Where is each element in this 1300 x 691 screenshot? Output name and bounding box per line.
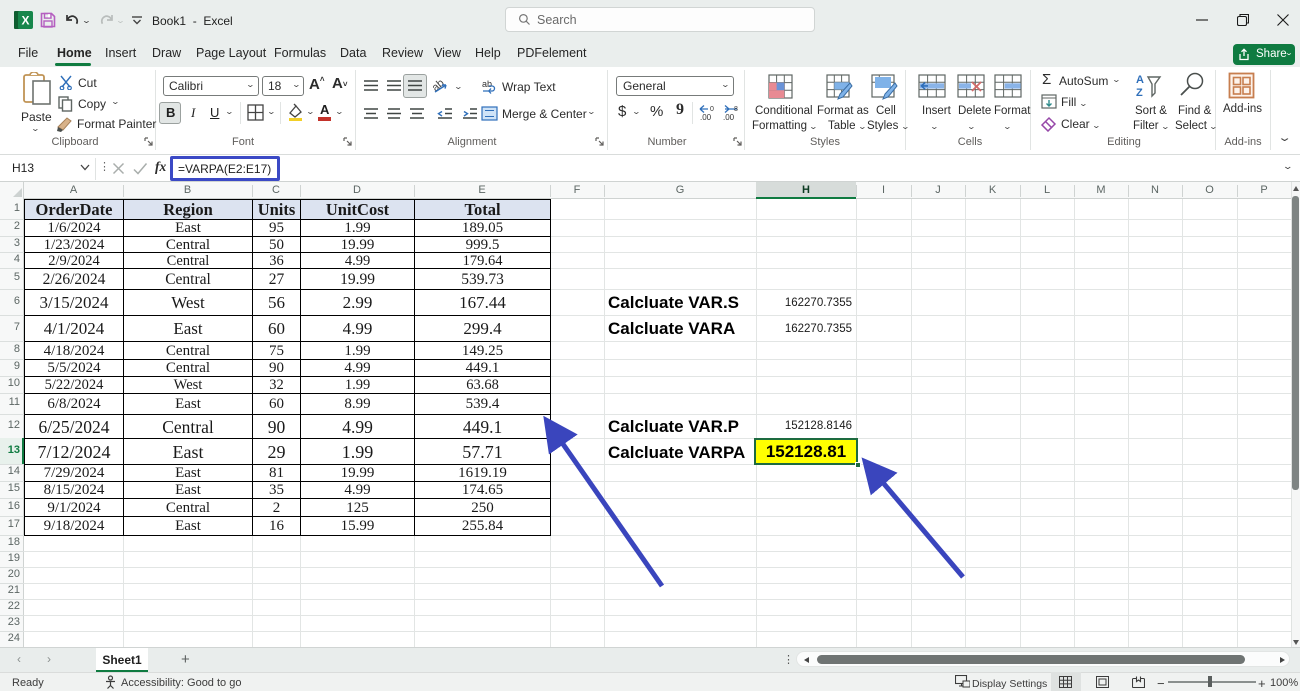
svg-text:Z: Z bbox=[1136, 87, 1143, 99]
svg-text:.00: .00 bbox=[723, 113, 735, 121]
svg-text:A: A bbox=[1136, 74, 1144, 86]
svg-text:ab: ab bbox=[482, 79, 492, 89]
svg-text:X: X bbox=[21, 14, 29, 28]
svg-text:.00: .00 bbox=[700, 113, 712, 121]
svg-text:0: 0 bbox=[710, 106, 714, 113]
svg-text:8: 8 bbox=[734, 106, 738, 113]
